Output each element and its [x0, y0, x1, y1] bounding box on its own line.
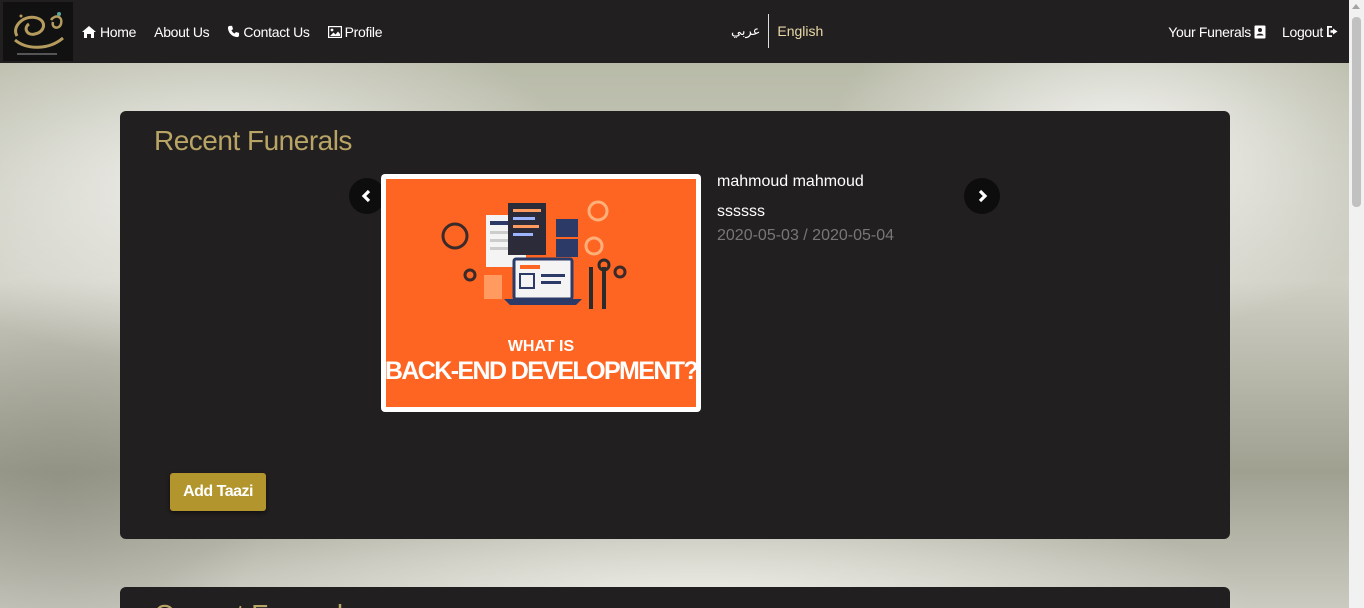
carousel-prev-button[interactable] [349, 178, 385, 214]
navbar: Home About Us Contact Us Profile عربي En… [0, 0, 1349, 63]
funeral-image-content: WHAT IS BACK-END DEVELOPMENT? [386, 179, 696, 407]
nav-contact[interactable]: Contact Us [227, 23, 310, 40]
nav-profile[interactable]: Profile [327, 23, 383, 40]
backend-illustration: WHAT IS BACK-END DEVELOPMENT? [386, 200, 696, 385]
funeral-name: mahmoud mahmoud [717, 173, 864, 190]
nav-your-funerals[interactable]: Your Funerals [1168, 24, 1266, 40]
nav-home-label: Home [100, 23, 137, 40]
nav-profile-label: Profile [344, 23, 383, 40]
nav-contact-label: Contact Us [243, 23, 310, 40]
recent-funerals-title: Recent Funerals [154, 125, 352, 156]
site-logo[interactable] [3, 2, 73, 61]
scrollbar-thumb[interactable] [1352, 17, 1361, 207]
image-caption-line1: WHAT IS [508, 338, 575, 355]
nav-about[interactable]: About Us [154, 24, 209, 40]
image-icon [327, 25, 342, 38]
add-taazi-button[interactable]: Add Taazi [170, 473, 266, 511]
current-funerals-card: Current Funerals [120, 587, 1230, 608]
language-arabic[interactable]: عربي [731, 14, 770, 48]
image-caption-line2: BACK-END DEVELOPMENT? [386, 357, 696, 385]
phone-icon [228, 25, 240, 38]
calligraphy-logo-icon [14, 11, 64, 55]
carousel-next-button[interactable] [964, 178, 1000, 214]
sign-out-icon [1327, 26, 1338, 37]
nav-about-label: About Us [154, 23, 210, 40]
nav-logout-label: Logout [1281, 23, 1323, 40]
chevron-left-icon [361, 189, 371, 203]
funeral-image[interactable]: WHAT IS BACK-END DEVELOPMENT? [381, 174, 701, 412]
scroll-up-arrow-icon[interactable] [1352, 4, 1360, 9]
chevron-right-icon [978, 189, 988, 203]
nav-logout[interactable]: Logout [1282, 24, 1340, 40]
recent-funerals-card: Recent Funerals WHAT IS BACK-END DEVELOP… [120, 111, 1230, 539]
address-book-icon [1254, 25, 1266, 38]
home-icon [82, 25, 96, 38]
page-scrollbar[interactable] [1349, 0, 1364, 608]
nav-your-funerals-label: Your Funerals [1168, 23, 1251, 40]
language-english[interactable]: English [769, 23, 823, 39]
nav-home[interactable]: Home [81, 24, 136, 40]
current-funerals-title: Current Funerals [154, 599, 357, 608]
funeral-text: ssssss [717, 203, 765, 220]
funeral-dates: 2020-05-03 / 2020-05-04 [717, 227, 895, 244]
